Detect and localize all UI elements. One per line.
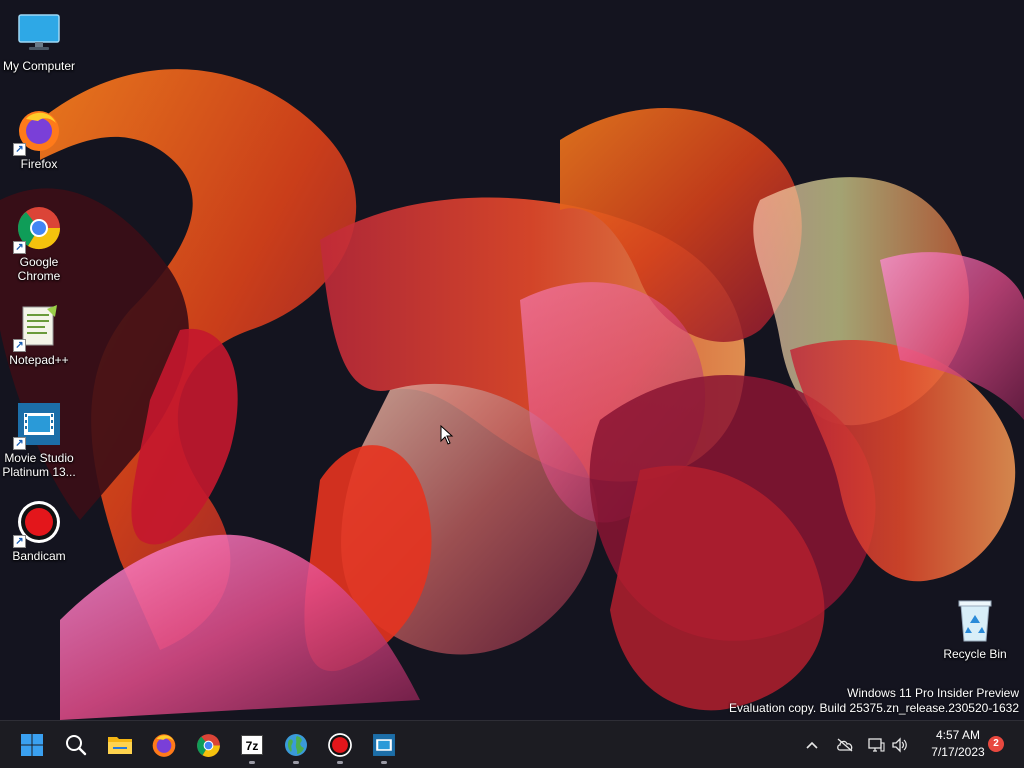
notification-badge[interactable]: 2: [988, 736, 1004, 752]
watermark-line-2: Evaluation copy. Build 25375.zn_release.…: [729, 701, 1019, 715]
shortcut-arrow-icon: ↗: [13, 143, 26, 156]
7zip-label: 7z: [245, 739, 259, 753]
watermark-line-1: Windows 11 Pro Insider Preview: [847, 686, 1019, 700]
desktop-icon-bandicam[interactable]: ↗ Bandicam: [0, 498, 78, 563]
desktop-wallpaper: [0, 0, 1024, 720]
search-icon: [66, 735, 87, 756]
taskbar-7zip[interactable]: 7z: [232, 725, 272, 765]
monitor-icon: [15, 8, 63, 56]
shortcut-arrow-icon: ↗: [13, 535, 26, 548]
clock-date: 7/17/2023: [931, 745, 985, 759]
taskbar-google-chrome[interactable]: [188, 725, 228, 765]
taskbar-movie-studio[interactable]: [364, 725, 404, 765]
running-indicator: [337, 761, 343, 764]
start-button[interactable]: [12, 725, 52, 765]
chrome-icon: [196, 733, 220, 757]
7zip-icon: 7z: [241, 735, 263, 755]
desktop-icon-firefox[interactable]: ↗ Firefox: [0, 106, 78, 171]
show-hidden-icons-button[interactable]: [800, 733, 824, 757]
desktop-icon-label: Bandicam: [12, 549, 66, 563]
desktop-icon-label: Notepad++: [9, 353, 69, 367]
bandicam-icon: [328, 733, 352, 757]
shortcut-arrow-icon: ↗: [13, 339, 26, 352]
taskbar-clock[interactable]: 4:57 AM 7/17/2023: [918, 727, 998, 761]
desktop-icon-label: Firefox: [20, 157, 58, 171]
running-indicator: [381, 761, 387, 764]
desktop-icon-label: Recycle Bin: [943, 647, 1007, 661]
taskbar-bandicam[interactable]: [320, 725, 360, 765]
windows-start-icon: [21, 734, 43, 756]
movie-studio-icon: ↗: [13, 400, 63, 450]
onedrive-tray-button[interactable]: [833, 733, 857, 757]
firefox-icon: [152, 734, 176, 757]
desktop-icon-my-computer[interactable]: My Computer: [0, 8, 78, 73]
cloud-offline-icon: [837, 738, 853, 752]
chevron-up-icon: [806, 741, 818, 749]
running-indicator: [249, 761, 255, 764]
taskbar-network-app[interactable]: [276, 725, 316, 765]
recycle-bin-icon: [951, 596, 999, 644]
globe-icon: [285, 734, 307, 756]
taskbar: 7z 4:57 AM 7/17/2023: [0, 720, 1024, 768]
desktop-icon-recycle-bin[interactable]: Recycle Bin: [936, 596, 1014, 661]
speaker-icon: [892, 737, 907, 753]
shortcut-arrow-icon: ↗: [13, 241, 26, 254]
running-indicator: [293, 761, 299, 764]
firefox-icon: ↗: [13, 106, 63, 156]
network-wired-icon: [868, 738, 885, 752]
evaluation-watermark: Windows 11 Pro Insider Preview Evaluatio…: [729, 686, 1019, 716]
folder-icon: [108, 737, 132, 754]
mouse-cursor-icon: [440, 425, 454, 445]
network-tray-button[interactable]: [864, 733, 888, 757]
search-button[interactable]: [56, 725, 96, 765]
desktop-icon-movie-studio[interactable]: ↗ Movie Studio Platinum 13...: [0, 400, 78, 479]
shortcut-arrow-icon: ↗: [13, 437, 26, 450]
desktop-icon-label: Google Chrome: [17, 255, 61, 283]
clock-time: 4:57 AM: [935, 728, 981, 742]
desktop-icon-notepadpp[interactable]: ↗ Notepad++: [0, 302, 78, 367]
taskbar-file-explorer[interactable]: [100, 725, 140, 765]
taskbar-firefox[interactable]: [144, 725, 184, 765]
desktop-icon-label: My Computer: [2, 59, 76, 73]
volume-tray-button[interactable]: [888, 733, 912, 757]
movie-studio-icon: [373, 734, 395, 756]
bandicam-icon: ↗: [13, 498, 63, 548]
chrome-icon: ↗: [13, 204, 63, 254]
desktop-icon-label: Movie Studio Platinum 13...: [2, 451, 76, 479]
notepadpp-icon: ↗: [13, 302, 63, 352]
desktop-icon-google-chrome[interactable]: ↗ Google Chrome: [0, 204, 78, 283]
